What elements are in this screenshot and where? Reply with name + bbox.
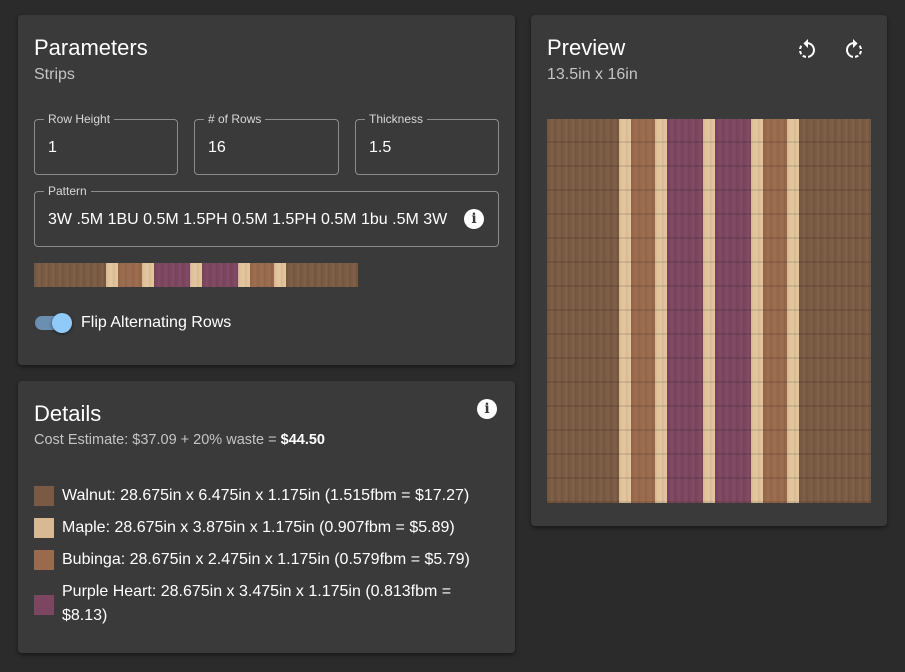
pattern-field[interactable]: Pattern 3W .5M 1BU 0.5M 1.5PH 0.5M 1.5PH… [34, 184, 499, 247]
cost-estimate: Cost Estimate: $37.09 + 20% waste = $44.… [34, 432, 325, 448]
material-text: Bubinga: 28.675in x 2.475in x 1.175in (0… [62, 551, 470, 568]
num-rows-label: # of Rows [204, 112, 266, 126]
material-text: Walnut: 28.675in x 6.475in x 1.175in (1.… [62, 487, 470, 504]
toggle-thumb[interactable] [52, 313, 72, 333]
preview-dimensions: 13.5in x 16in [547, 66, 638, 83]
preview-card: Preview 13.5in x 16in [531, 15, 887, 526]
pattern-strip-maple [189, 263, 202, 287]
board-strip-bubinga [630, 119, 655, 503]
thickness-input[interactable]: 1.5 [369, 139, 391, 157]
cutting-board-preview [547, 119, 871, 503]
thickness-field[interactable]: Thickness 1.5 [355, 112, 499, 175]
material-purple-heart: Purple Heart: 28.675in x 3.475in x 1.175… [34, 580, 454, 628]
pattern-strip-purpleheart [153, 263, 190, 287]
material-maple: Maple: 28.675in x 3.875in x 1.175in (0.9… [34, 516, 494, 540]
board-strip-maple [654, 119, 667, 503]
pattern-label: Pattern [44, 184, 91, 198]
num-rows-field[interactable]: # of Rows 16 [194, 112, 339, 175]
material-text: Purple Heart: 28.675in x 3.475in x 1.175… [62, 583, 452, 624]
cost-estimate-text: Cost Estimate: $37.09 + 20% waste = [34, 432, 281, 448]
board-strip-bubinga [762, 119, 787, 503]
cost-estimate-total: $44.50 [280, 432, 325, 448]
row-height-input[interactable]: 1 [48, 139, 57, 157]
pattern-strip-bubinga [249, 263, 274, 287]
board-strip-maple [618, 119, 631, 503]
walnut-swatch [34, 486, 54, 506]
bubinga-swatch [34, 550, 54, 570]
board-strip-purpleheart [714, 119, 751, 503]
board-strip-maple [786, 119, 799, 503]
parameters-title: Parameters [34, 35, 148, 60]
flip-alternating-rows-label[interactable]: Flip Alternating Rows [81, 313, 231, 333]
board-strip-maple [702, 119, 715, 503]
board-strip-walnut [798, 119, 871, 503]
num-rows-input[interactable]: 16 [208, 139, 226, 157]
pattern-strip-purpleheart [201, 263, 238, 287]
parameters-subtitle: Strips [34, 66, 75, 83]
pattern-strip-walnut [34, 263, 106, 287]
details-card: Details i Cost Estimate: $37.09 + 20% wa… [18, 381, 515, 653]
pattern-strip-walnut [285, 263, 358, 287]
details-title: Details [34, 401, 102, 426]
maple-swatch [34, 518, 54, 538]
material-text: Maple: 28.675in x 3.875in x 1.175in (0.9… [62, 519, 455, 536]
material-bubinga: Bubinga: 28.675in x 2.475in x 1.175in (0… [34, 548, 494, 572]
pattern-strip-maple [273, 263, 286, 287]
details-info-icon[interactable]: i [477, 399, 497, 419]
board-strip-purpleheart [666, 119, 703, 503]
rotate-left-icon [799, 39, 815, 58]
rotate-left-button[interactable] [795, 38, 819, 62]
preview-title: Preview [547, 35, 626, 60]
rotate-right-button[interactable] [842, 38, 866, 62]
pattern-strip-preview [34, 263, 358, 287]
row-height-field[interactable]: Row Height 1 [34, 112, 178, 175]
thickness-label: Thickness [365, 112, 428, 126]
rotate-right-icon [846, 39, 862, 58]
parameters-card: Parameters Strips Row Height 1 # of Rows… [18, 15, 515, 365]
pattern-strip-maple [237, 263, 250, 287]
row-height-label: Row Height [44, 112, 115, 126]
board-strip-walnut [547, 119, 619, 503]
pattern-input[interactable]: 3W .5M 1BU 0.5M 1.5PH 0.5M 1.5PH 0.5M 1b… [48, 211, 447, 229]
flip-alternating-rows-toggle[interactable] [34, 313, 74, 333]
pattern-info-icon[interactable]: i [464, 209, 484, 229]
purple-heart-swatch [34, 595, 54, 615]
material-walnut: Walnut: 28.675in x 6.475in x 1.175in (1.… [34, 484, 494, 508]
pattern-strip-maple [105, 263, 118, 287]
pattern-strip-maple [141, 263, 154, 287]
board-strip-maple [750, 119, 763, 503]
pattern-strip-bubinga [117, 263, 142, 287]
